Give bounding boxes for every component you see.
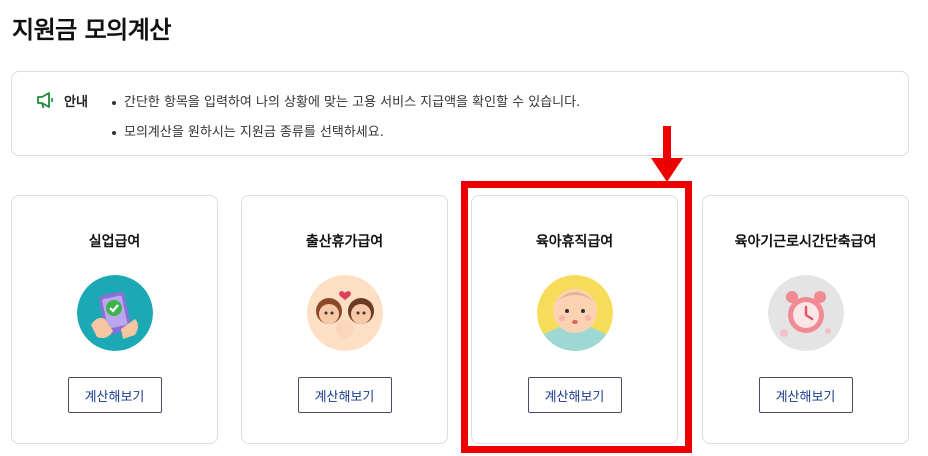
megaphone-icon: [37, 92, 54, 109]
notice-box: 안내 간단한 항목을 입력하여 나의 상황에 맞는 고용 서비스 지급액을 확인…: [11, 71, 909, 156]
page-title: 지원금 모의계산: [12, 16, 171, 44]
calculate-button[interactable]: 계산해보기: [758, 377, 853, 413]
family-icon: [306, 275, 383, 351]
calculate-button[interactable]: 계산해보기: [67, 377, 162, 413]
notice-line: 모의계산을 원하시는 지원금 종류를 선택하세요.: [112, 121, 384, 140]
card-title: 출산휴가급여: [305, 234, 384, 250]
calculate-button[interactable]: 계산해보기: [297, 377, 392, 413]
card-title: 육아기근로시간단축급여: [734, 234, 877, 250]
notice-line: 간단한 항목을 입력하여 나의 상황에 맞는 고용 서비스 지급액을 확인할 수…: [112, 91, 580, 110]
highlight-box: [461, 181, 692, 453]
alarm-clock-icon: [767, 275, 844, 351]
notice-label: 안내: [64, 95, 88, 110]
phone-hand-check-icon: [76, 275, 153, 351]
card-unemployment-benefit: 실업급여 계산해보기: [11, 195, 218, 444]
arrow-down-icon: [651, 126, 683, 182]
card-title: 실업급여: [88, 234, 141, 250]
card-maternity-leave-benefit: 출산휴가급여 계산해보기: [241, 195, 448, 444]
card-reduced-working-hours-benefit: 육아기근로시간단축급여 계산해보기: [702, 195, 909, 444]
